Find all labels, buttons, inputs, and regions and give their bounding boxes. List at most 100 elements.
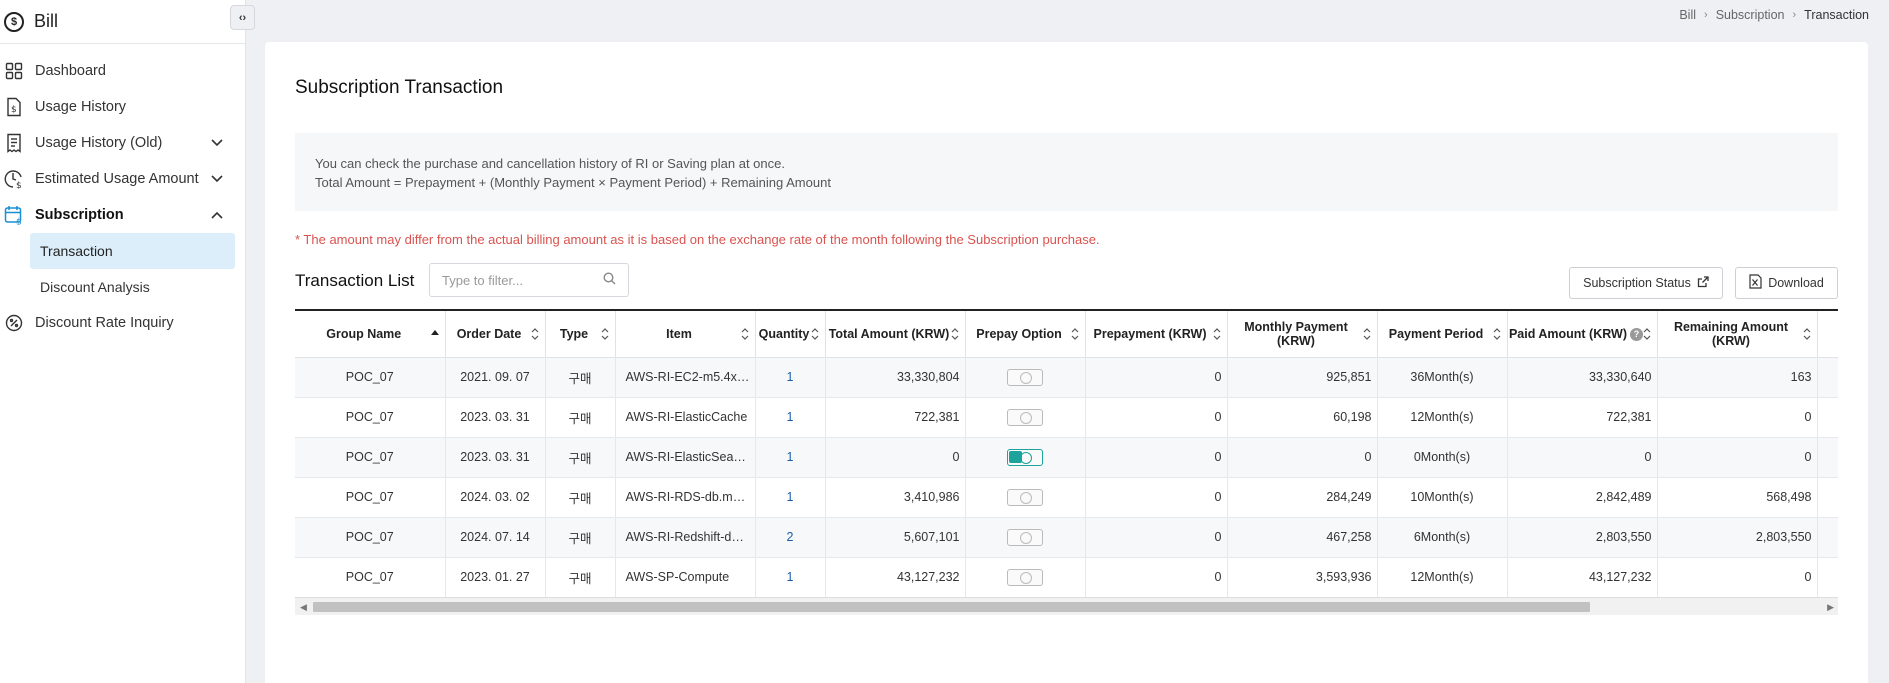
cell-type: 구매 — [545, 517, 616, 558]
column-header-prepay-option[interactable]: Prepay Option — [965, 311, 1086, 358]
cell-payment-period: 6Month(s) — [1377, 517, 1508, 558]
scrollbar-thumb[interactable] — [313, 602, 1590, 612]
cell-remaining-amount: 568,498 — [1657, 477, 1818, 518]
cell-group-name: POC_07 — [295, 437, 446, 478]
cell-remaining-amount: 0 — [1657, 557, 1818, 598]
sidebar: $ Bill Dashboard $ Usage History Usage H… — [0, 0, 246, 683]
chevron-down-icon[interactable] — [210, 136, 224, 152]
sidebar-item-estimated-usage-amount[interactable]: $ Estimated Usage Amount — [0, 161, 245, 197]
cell-prepayment: 0 — [1085, 517, 1228, 558]
column-header-quantity[interactable]: Quantity — [755, 311, 826, 358]
table-row[interactable]: POC_07 2024. 07. 14 구매 AWS-RI-Redshift-dc2.… — [295, 517, 1838, 558]
sort-icon — [951, 327, 959, 341]
cell-item: AWS-RI-EC2-m5.4xlarge — [615, 357, 756, 398]
cell-type: 구매 — [545, 397, 616, 438]
cell-monthly-payment: 284,249 — [1227, 477, 1378, 518]
svg-text:$: $ — [16, 181, 22, 189]
scroll-left-icon[interactable]: ◀ — [300, 602, 307, 613]
sidebar-item-label: Dashboard — [35, 63, 106, 79]
cell-group-name: POC_07 — [295, 557, 446, 598]
excel-icon — [1749, 274, 1762, 292]
cell-prepay-option — [965, 477, 1086, 518]
sidebar-item-dashboard[interactable]: Dashboard — [0, 53, 245, 89]
cell-total-amount: 722,381 — [825, 397, 966, 438]
download-button[interactable]: Download — [1735, 267, 1838, 299]
cell-payment-period: 36Month(s) — [1377, 357, 1508, 398]
cell-quantity[interactable]: 2 — [755, 517, 826, 558]
column-label: Item — [666, 326, 692, 341]
column-header-type[interactable]: Type — [545, 311, 616, 358]
info-box: You can check the purchase and cancellat… — [295, 133, 1838, 211]
table-row[interactable]: POC_07 2021. 09. 07 구매 AWS-RI-EC2-m5.4xlarg… — [295, 357, 1838, 398]
prepay-money-icon — [1007, 568, 1043, 586]
cell-quantity[interactable]: 1 — [755, 557, 826, 598]
sidebar-collapse-button[interactable]: ‹› — [230, 5, 255, 30]
table-row[interactable]: POC_07 2023. 01. 27 구매 AWS-SP-Compute 1 43,12… — [295, 557, 1838, 598]
cell-overflow — [1817, 397, 1838, 438]
column-header-remaining-amount[interactable]: Remaining Amount (KRW) — [1657, 311, 1818, 358]
cell-paid-amount: 722,381 — [1507, 397, 1658, 438]
cell-remaining-amount: 2,803,550 — [1657, 517, 1818, 558]
button-label: Download — [1768, 276, 1824, 290]
sort-icon — [1803, 327, 1811, 341]
breadcrumb: Bill › Subscription › Transaction — [1679, 8, 1869, 22]
calendar-dollar-icon: $ — [4, 205, 24, 225]
cell-quantity[interactable]: 1 — [755, 437, 826, 478]
column-header-paid-amount[interactable]: Paid Amount (KRW)? — [1507, 311, 1658, 358]
chevron-up-icon[interactable] — [210, 208, 224, 224]
cell-paid-amount: 2,803,550 — [1507, 517, 1658, 558]
sidebar-nav: Dashboard $ Usage History Usage History … — [0, 44, 245, 341]
column-header-item[interactable]: Item — [615, 311, 756, 358]
cell-item: AWS-SP-Compute — [615, 557, 756, 598]
sidebar-item-subscription[interactable]: $ Subscription — [0, 197, 245, 233]
breadcrumb-item-subscription[interactable]: Subscription — [1716, 8, 1785, 22]
column-header-overflow — [1817, 311, 1838, 358]
column-header-monthly-payment[interactable]: Monthly Payment (KRW) — [1227, 311, 1378, 358]
prepay-money-icon — [1007, 368, 1043, 386]
table-row[interactable]: POC_07 2023. 03. 31 구매 AWS-RI-ElasticSearch… — [295, 437, 1838, 478]
filter-input[interactable] — [442, 272, 592, 288]
sidebar-item-usage-history-old[interactable]: Usage History (Old) — [0, 125, 245, 161]
column-label: Monthly Payment (KRW) — [1244, 319, 1348, 348]
filter-box — [429, 263, 629, 297]
column-header-order-date[interactable]: Order Date — [445, 311, 546, 358]
column-label: Total Amount (KRW) — [828, 326, 950, 341]
sidebar-item-usage-history[interactable]: $ Usage History — [0, 89, 245, 125]
column-label: Order Date — [456, 326, 522, 341]
column-header-payment-period[interactable]: Payment Period — [1377, 311, 1508, 358]
cell-item: AWS-RI-ElasticSearch — [615, 437, 756, 478]
transaction-list-title: Transaction List — [295, 271, 415, 290]
main-content-card: Subscription Transaction You can check t… — [265, 42, 1868, 683]
cell-quantity[interactable]: 1 — [755, 397, 826, 438]
column-header-prepayment[interactable]: Prepayment (KRW) — [1085, 311, 1228, 358]
help-icon[interactable]: ? — [1630, 327, 1644, 341]
cell-paid-amount: 0 — [1507, 437, 1658, 478]
search-icon[interactable] — [603, 272, 616, 288]
table-row[interactable]: POC_07 2023. 03. 31 구매 AWS-RI-ElasticCache 1… — [295, 397, 1838, 438]
chevron-down-icon[interactable] — [210, 172, 224, 188]
column-header-group-name[interactable]: Group Name — [295, 311, 446, 358]
cell-quantity[interactable]: 1 — [755, 477, 826, 518]
cell-quantity[interactable]: 1 — [755, 357, 826, 398]
cell-total-amount: 33,330,804 — [825, 357, 966, 398]
cell-item: AWS-RI-Redshift-dc2.large — [615, 517, 756, 558]
cell-prepayment: 0 — [1085, 397, 1228, 438]
sort-icon — [1643, 327, 1651, 341]
horizontal-scrollbar[interactable]: ◀ ▶ — [295, 597, 1838, 615]
cell-overflow — [1817, 357, 1838, 398]
breadcrumb-item-bill[interactable]: Bill — [1679, 8, 1696, 22]
cell-group-name: POC_07 — [295, 357, 446, 398]
cell-monthly-payment: 925,851 — [1227, 357, 1378, 398]
scroll-right-icon[interactable]: ▶ — [1827, 602, 1834, 613]
sort-icon — [811, 327, 819, 341]
sidebar-subitem-discount-analysis[interactable]: Discount Analysis — [30, 269, 235, 305]
exchange-rate-warning: * The amount may differ from the actual … — [295, 232, 1100, 247]
column-header-total-amount[interactable]: Total Amount (KRW) — [825, 311, 966, 358]
cell-overflow — [1817, 437, 1838, 478]
table-row[interactable]: POC_072024. 03. 02구매AWS-RI-RDS-db.m5.lar… — [295, 477, 1838, 518]
subscription-status-button[interactable]: Subscription Status — [1569, 267, 1723, 299]
sidebar-subitem-transaction[interactable]: Transaction — [30, 233, 235, 269]
cell-order-date: 2023. 03. 31 — [445, 397, 546, 438]
sidebar-item-discount-rate-inquiry[interactable]: Discount Rate Inquiry — [0, 305, 245, 341]
cell-type: 구매 — [545, 437, 616, 478]
